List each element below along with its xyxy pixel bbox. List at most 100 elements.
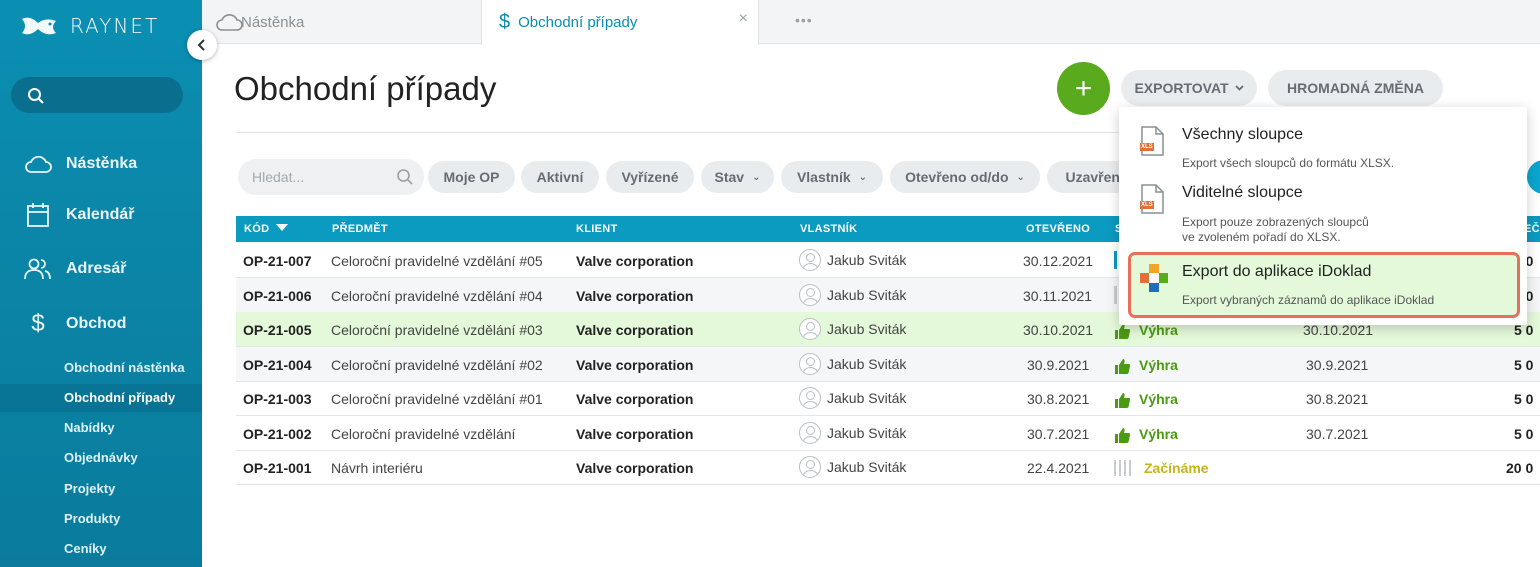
search-input[interactable]: Hledat... [238, 159, 424, 195]
tab-nastenka[interactable]: Nástěnka [215, 0, 304, 44]
menu-item-desc: Export pouze zobrazených sloupců [1182, 215, 1369, 229]
filter-chip-stav[interactable]: Stav ⌄ [701, 161, 774, 193]
filter-chip-vyrizene[interactable]: Vyřízené [606, 161, 694, 193]
thumbs-up-icon [1115, 358, 1131, 374]
filter-action-button[interactable] [1527, 160, 1540, 194]
more-tabs-icon[interactable]: ••• [795, 12, 813, 28]
cell-opened: 30.7.2021 [1027, 426, 1090, 442]
cell-stage: Výhra [1114, 357, 1178, 375]
search-placeholder: Hledat... [252, 169, 305, 185]
sidebar-sub-ceniky[interactable]: Ceníky [64, 541, 107, 556]
sidebar-item-label: Kalendář [66, 206, 135, 223]
filter-chip-moje-op[interactable]: Moje OP [428, 161, 515, 193]
table-row[interactable]: OP-21-002 Celoroční pravidelné vzdělání … [236, 416, 1540, 451]
stage-indicator [1114, 286, 1117, 304]
search-icon [28, 88, 44, 104]
avatar [799, 422, 821, 444]
sidebar-collapse-button[interactable] [187, 30, 217, 60]
cell-client[interactable]: Valve corporation [576, 288, 693, 304]
column-header-predmet[interactable]: PŘEDMĚT [332, 223, 388, 235]
sidebar-item-nastenka[interactable]: Nástěnka [24, 150, 137, 178]
export-all-columns-item[interactable]: XLS Všechny sloupce Export všech sloupců… [1119, 107, 1527, 171]
search-icon [397, 169, 413, 185]
cell-subject[interactable]: Celoroční pravidelné vzdělání #04 [331, 288, 543, 304]
menu-item-desc: Export všech sloupců do formátu XLSX. [1182, 156, 1395, 170]
sidebar-sub-obchodni-pripady[interactable]: Obchodní případy [64, 390, 175, 405]
cell-opened: 30.12.2021 [1023, 253, 1094, 269]
xls-badge: XLS [1141, 144, 1153, 150]
cloud-icon [216, 14, 243, 31]
cell-opened: 30.11.2021 [1023, 288, 1093, 304]
chip-label: Vlastník [796, 169, 851, 185]
column-label: KÓD [244, 223, 270, 235]
cell-owner: Jakub Sviták [799, 353, 906, 375]
cell-subject[interactable]: Celoroční pravidelné vzdělání #05 [331, 253, 543, 269]
cell-subject[interactable]: Celoroční pravidelné vzdělání #03 [331, 322, 543, 338]
table-row[interactable]: OP-21-003 Celoroční pravidelné vzdělání … [236, 381, 1540, 416]
cell-closed: 30.9.2021 [1306, 357, 1369, 373]
cell-opened: 30.9.2021 [1027, 357, 1090, 373]
filter-chip-otevreno[interactable]: Otevřeno od/do ⌄ [890, 161, 1040, 193]
chevron-down-icon: ⌄ [752, 171, 761, 183]
sidebar-item-kalendar[interactable]: Kalendář [24, 201, 134, 229]
cell-client[interactable]: Valve corporation [576, 322, 693, 338]
cell-subject[interactable]: Celoroční pravidelné vzdělání [331, 426, 515, 442]
cell-subject[interactable]: Celoroční pravidelné vzdělání #02 [331, 357, 543, 373]
owner-name: Jakub Sviták [827, 252, 907, 268]
table-row[interactable]: OP-21-001 Návrh interiéru Valve corporat… [236, 450, 1540, 485]
export-visible-columns-item[interactable]: XLS Viditelné sloupce Export pouze zobra… [1119, 171, 1527, 251]
cell-owner: Jakub Sviták [799, 249, 906, 271]
calendar-icon [24, 201, 52, 229]
sidebar-item-obchod[interactable]: $ Obchod [24, 310, 126, 338]
cell-code: OP-21-002 [243, 426, 312, 442]
page-title: Obchodní případy [234, 70, 497, 107]
cell-client[interactable]: Valve corporation [576, 391, 693, 407]
menu-item-desc: Export vybraných záznamů do aplikace iDo… [1182, 293, 1435, 307]
chip-label: Otevřeno od/do [905, 169, 1009, 185]
column-header-klient[interactable]: KLIENT [576, 223, 618, 235]
logo[interactable]: RAYNET [20, 14, 159, 38]
export-button[interactable]: EXPORTOVAT [1121, 70, 1257, 106]
sidebar-sub-produkty[interactable]: Produkty [64, 511, 120, 526]
avatar [799, 353, 821, 375]
column-header-kod[interactable]: KÓD [244, 223, 288, 235]
cell-value: 5 0 [1514, 391, 1534, 407]
sidebar-sub-objednavky[interactable]: Objednávky [64, 450, 138, 465]
xls-file-icon [1140, 184, 1164, 214]
stage-indicator [1114, 251, 1117, 269]
sidebar-sub-nabidky[interactable]: Nabídky [64, 420, 115, 435]
stage-label: Začínáme [1144, 460, 1209, 477]
thumbs-up-icon [1115, 392, 1131, 408]
sidebar: RAYNET Nástěnka Kalendář Adresář $ Obcho… [0, 0, 202, 567]
cell-value: 5 0 [1514, 426, 1534, 442]
avatar [799, 387, 821, 409]
cell-owner: Jakub Sviták [799, 318, 906, 340]
sort-desc-icon [275, 224, 288, 231]
cell-subject[interactable]: Celoroční pravidelné vzdělání #01 [331, 391, 543, 407]
avatar [799, 249, 821, 271]
close-icon[interactable]: × [739, 10, 748, 28]
filter-chip-aktivni[interactable]: Aktivní [521, 161, 599, 193]
export-idoklad-item[interactable]: Export do aplikace iDoklad Export vybran… [1119, 255, 1527, 317]
column-header-otevreno[interactable]: OTEVŘENO [1026, 223, 1090, 235]
cell-client[interactable]: Valve corporation [576, 460, 693, 476]
cell-client[interactable]: Valve corporation [576, 357, 693, 373]
sidebar-sub-obchodni-nastenka[interactable]: Obchodní nástěnka [64, 360, 185, 375]
cell-client[interactable]: Valve corporation [576, 253, 693, 269]
cell-stage: Výhra [1114, 391, 1178, 409]
table-row[interactable]: OP-21-004 Celoroční pravidelné vzdělání … [236, 347, 1540, 382]
sidebar-search-input[interactable] [11, 77, 183, 113]
brand-name: RAYNET [70, 14, 160, 38]
bulk-change-button[interactable]: HROMADNÁ ZMĚNA [1268, 70, 1443, 106]
cell-value: 5 0 [1514, 357, 1534, 373]
xls-badge: XLS [1141, 202, 1153, 208]
menu-item-desc: ve zvoleném pořadí do XLSX. [1182, 230, 1341, 244]
sidebar-item-adresar[interactable]: Adresář [24, 255, 126, 283]
cell-subject[interactable]: Návrh interiéru [331, 460, 423, 476]
sidebar-sub-projekty[interactable]: Projekty [64, 481, 115, 496]
cell-client[interactable]: Valve corporation [576, 426, 693, 442]
column-header-vlastnik[interactable]: VLASTNÍK [800, 223, 857, 235]
filter-chip-vlastnik[interactable]: Vlastník ⌄ [781, 161, 883, 193]
tab-obchodni-pripady[interactable]: $ Obchodní případy × [481, 0, 759, 45]
add-button[interactable]: + [1057, 62, 1110, 115]
